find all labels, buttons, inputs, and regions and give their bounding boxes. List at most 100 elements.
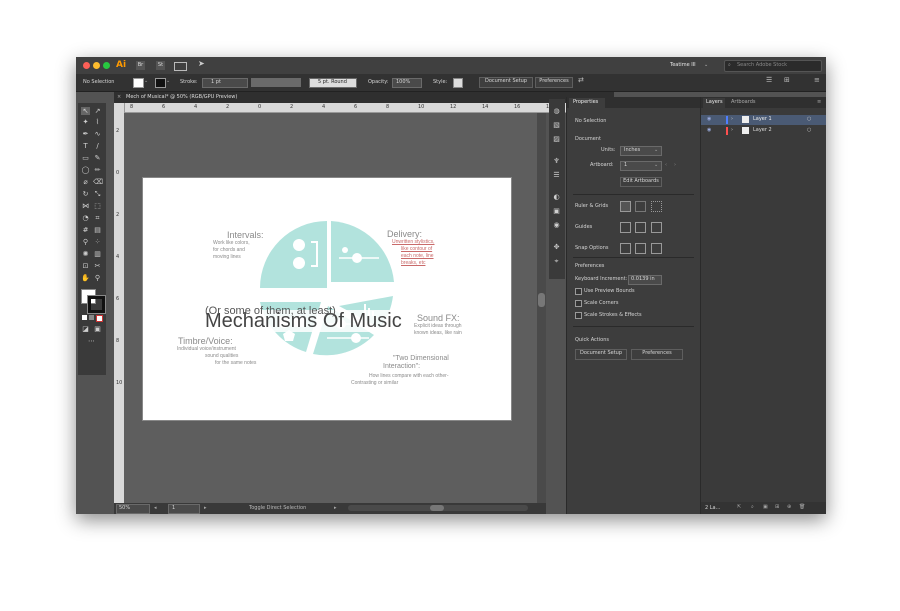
appearance-icon[interactable]: ◐: [552, 193, 561, 201]
locate-object-icon[interactable]: ⌕: [751, 504, 754, 511]
type-tool-icon[interactable]: T: [81, 142, 90, 150]
panel-menu-icon[interactable]: ≡: [814, 77, 820, 84]
eraser-icon[interactable]: ⌫: [93, 178, 103, 186]
edit-toolbar-icon[interactable]: ⋯: [87, 337, 96, 345]
layer-row[interactable]: ◉ › Layer 1 ○: [701, 115, 826, 125]
symbol-sprayer-icon[interactable]: ✺: [81, 250, 90, 258]
image-panel-icon[interactable]: ▨: [552, 135, 561, 143]
close-tab-icon[interactable]: ×: [117, 94, 121, 101]
zoom-window-button[interactable]: [103, 62, 110, 69]
preferences-button[interactable]: Preferences: [535, 77, 573, 88]
show-rulers-icon[interactable]: [620, 201, 631, 212]
perspective-grid-icon[interactable]: ⌗: [93, 214, 102, 222]
color-mode-icon[interactable]: [82, 315, 87, 320]
transform-icon[interactable]: ⌖: [552, 257, 561, 265]
ellipse-tool-icon[interactable]: ◯: [81, 166, 90, 174]
scale-strokes-checkbox[interactable]: [575, 312, 582, 319]
use-preview-bounds-checkbox[interactable]: [575, 288, 582, 295]
artboard[interactable]: Mechanisms Of Music (Or some of them, at…: [142, 177, 512, 421]
pen-tool-icon[interactable]: ✒: [81, 130, 90, 138]
export-icon[interactable]: ⇱: [737, 504, 741, 511]
tab-layers[interactable]: Layers: [703, 98, 725, 108]
keyboard-increment-field[interactable]: 0.0139 in: [628, 275, 662, 285]
panel-menu-icon[interactable]: ≡: [817, 99, 821, 106]
tab-properties[interactable]: Properties: [569, 98, 605, 108]
vertical-scrollbar[interactable]: [537, 113, 546, 503]
graph-tool-icon[interactable]: ▥: [93, 250, 102, 258]
brushes-icon[interactable]: ♆: [552, 157, 561, 165]
zoom-level-field[interactable]: 50%: [116, 504, 150, 514]
shape-builder-icon[interactable]: ◔: [81, 214, 90, 222]
arrange-icon[interactable]: ⇄: [578, 77, 584, 84]
lines-panel-icon[interactable]: ☰: [552, 171, 561, 179]
target-circle-icon[interactable]: ○: [807, 116, 811, 123]
layer-name[interactable]: Layer 1: [753, 116, 772, 123]
close-window-button[interactable]: [83, 62, 90, 69]
blob-brush-icon[interactable]: ⌀: [81, 178, 90, 186]
expand-arrow-icon[interactable]: ›: [731, 127, 733, 134]
slice-tool-icon[interactable]: ✂: [93, 262, 102, 270]
scale-tool-icon[interactable]: ⤡: [93, 190, 102, 198]
lock-guides-icon[interactable]: [635, 222, 646, 233]
visibility-eye-icon[interactable]: ◉: [707, 116, 711, 123]
screen-mode-icon[interactable]: ▣: [93, 325, 102, 333]
snap-to-grid-icon[interactable]: [651, 243, 662, 254]
scroll-thumb[interactable]: [430, 505, 444, 511]
symbols-icon[interactable]: ✥: [552, 243, 561, 251]
status-menu-icon[interactable]: ▸: [334, 505, 337, 512]
document-setup-button[interactable]: Document Setup: [479, 77, 533, 88]
previous-artboard-icon[interactable]: ‹: [665, 162, 667, 169]
arrange-documents-icon[interactable]: [174, 62, 187, 71]
target-circle-icon[interactable]: ○: [807, 127, 811, 134]
delete-layer-icon[interactable]: 🗑: [799, 504, 805, 511]
draw-mode-icon[interactable]: ◪: [81, 325, 90, 333]
show-grid-icon[interactable]: [635, 201, 646, 212]
new-layer-icon[interactable]: ⊕: [787, 504, 791, 511]
smart-guides-icon[interactable]: [651, 222, 662, 233]
curvature-tool-icon[interactable]: ∿: [93, 130, 102, 138]
clipping-mask-icon[interactable]: ▣: [763, 504, 768, 511]
send-icon[interactable]: ➤: [198, 60, 205, 68]
layer-row[interactable]: ◉ › Layer 2 ○: [701, 126, 826, 136]
rectangle-tool-icon[interactable]: ▭: [81, 154, 90, 162]
align-icon[interactable]: ☰: [766, 77, 772, 84]
tab-artboards[interactable]: Artboards: [731, 99, 755, 106]
variable-width-profile[interactable]: [251, 78, 301, 87]
rotate-tool-icon[interactable]: ↻: [81, 190, 90, 198]
transparency-icon[interactable]: ◉: [552, 221, 561, 229]
transparency-grid-icon[interactable]: [651, 201, 662, 212]
expand-arrow-icon[interactable]: ›: [731, 116, 733, 123]
artboard-nav-next-icon[interactable]: ▸: [204, 505, 207, 512]
width-tool-icon[interactable]: ⋈: [81, 202, 90, 210]
units-dropdown[interactable]: Inches ⌄: [620, 146, 662, 156]
hand-tool-icon[interactable]: ✋: [81, 274, 90, 282]
layer-name[interactable]: Layer 2: [753, 127, 772, 134]
mesh-tool-icon[interactable]: #: [81, 226, 90, 234]
artboard-nav-prev-icon[interactable]: ◂: [154, 505, 157, 512]
zoom-tool-icon[interactable]: ⚲: [93, 274, 102, 282]
opacity-field[interactable]: 100%: [392, 78, 422, 88]
stroke-weight-field[interactable]: 1 pt: [202, 78, 248, 88]
fill-swatch[interactable]: [133, 78, 144, 88]
minimize-window-button[interactable]: [93, 62, 100, 69]
horizontal-ruler[interactable]: 864202468101214161820: [124, 103, 614, 113]
snap-to-point-icon[interactable]: [620, 243, 631, 254]
horizontal-scrollbar[interactable]: [348, 505, 528, 511]
eyedropper-icon[interactable]: ⚲: [81, 238, 90, 246]
new-sublayer-icon[interactable]: ⊞: [775, 504, 779, 511]
gradient-mode-icon[interactable]: [89, 315, 94, 320]
stroke-color-icon[interactable]: [87, 295, 106, 314]
pencil-tool-icon[interactable]: ✏: [93, 166, 102, 174]
graphic-style-swatch[interactable]: [453, 78, 463, 88]
selection-tool-icon[interactable]: ↖: [81, 107, 90, 115]
distribute-icon[interactable]: ⊞: [784, 77, 790, 84]
brush-definition-field[interactable]: 5 pt. Round: [309, 78, 357, 88]
stroke-swatch[interactable]: [155, 78, 166, 88]
artboard-number-field[interactable]: 1: [168, 504, 200, 514]
artboard-dropdown[interactable]: 1 ⌄: [620, 161, 662, 171]
line-tool-icon[interactable]: /: [93, 142, 102, 150]
graphic-styles-icon[interactable]: ▣: [552, 207, 561, 215]
next-artboard-icon[interactable]: ›: [674, 162, 676, 169]
artboard-tool-icon[interactable]: ⊡: [81, 262, 90, 270]
lasso-icon[interactable]: ⌇: [93, 118, 102, 126]
